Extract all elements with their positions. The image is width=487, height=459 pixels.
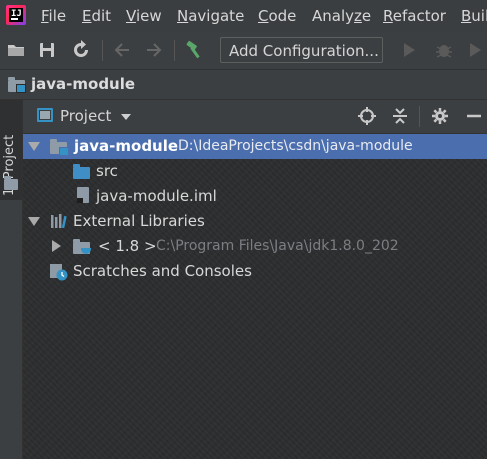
forward-arrow-icon[interactable] — [144, 40, 164, 60]
tree-row-jdk[interactable]: < 1.8 > C:\Program Files\Java\jdk1.8.0_2… — [23, 234, 487, 259]
jdk-path: C:\Program Files\Java\jdk1.8.0_202 — [156, 238, 399, 254]
debug-icon[interactable] — [434, 40, 454, 60]
expand-arrow-icon[interactable] — [28, 217, 40, 226]
scratches-label: Scratches and Consoles — [73, 262, 252, 280]
project-view-label: Project — [60, 107, 112, 125]
expand-arrow-icon[interactable] — [52, 240, 61, 252]
tree-row-scratches[interactable]: Scratches and Consoles — [23, 259, 487, 284]
project-view-selector[interactable]: Project — [60, 107, 131, 125]
toolbar-separator — [102, 40, 103, 61]
gear-icon[interactable] — [430, 106, 450, 126]
scratches-icon — [49, 263, 69, 281]
build-hammer-icon[interactable] — [184, 40, 204, 60]
main-toolbar: Add Configuration... — [0, 32, 487, 70]
tree-row-java-module[interactable]: java-module D:\IdeaProjects\csdn\java-mo… — [23, 134, 487, 159]
src-folder-label: src — [96, 162, 118, 180]
menu-code[interactable]: Code — [258, 7, 296, 25]
breadcrumb-project[interactable]: java-module — [31, 75, 135, 93]
menu-bar: IJ File Edit View Navigate Code Analyze … — [0, 0, 487, 32]
module-name: java-module — [74, 137, 179, 155]
app-logo[interactable]: IJ — [6, 5, 26, 25]
tree-row-iml[interactable]: java-module.iml — [23, 184, 487, 209]
add-configuration-button[interactable]: Add Configuration... — [220, 37, 383, 63]
iml-file-icon — [77, 187, 89, 203]
open-folder-icon[interactable] — [6, 40, 26, 60]
project-panel-icon — [37, 108, 53, 122]
save-icon[interactable] — [37, 40, 57, 60]
tree-row-src[interactable]: src — [23, 159, 487, 184]
minimize-icon[interactable] — [464, 106, 484, 126]
expand-arrow-icon[interactable] — [28, 142, 40, 151]
jdk-label: < 1.8 > — [98, 237, 157, 255]
external-libraries-label: External Libraries — [73, 212, 205, 230]
toolbar-separator — [174, 40, 175, 61]
menu-navigate[interactable]: Navigate — [177, 7, 244, 25]
menu-view[interactable]: View — [126, 7, 162, 25]
left-tool-window-strip: 1: Project — [0, 100, 23, 459]
project-panel-header: Project — [23, 100, 487, 134]
module-path: D:\IdeaProjects\csdn\java-module — [178, 138, 413, 154]
locate-icon[interactable] — [357, 106, 377, 126]
menu-analyze[interactable]: Analyze — [312, 7, 371, 25]
collapse-icon[interactable] — [390, 106, 410, 126]
iml-file-label: java-module.iml — [96, 187, 217, 205]
menu-build[interactable]: Buil — [461, 7, 487, 25]
sync-icon[interactable] — [71, 40, 91, 60]
coverage-icon[interactable] — [466, 40, 486, 60]
back-arrow-icon[interactable] — [112, 40, 132, 60]
navigation-bar: java-module — [0, 70, 487, 100]
libraries-icon — [50, 213, 68, 229]
run-icon[interactable] — [399, 40, 419, 60]
menu-refactor[interactable]: Refactor — [383, 7, 446, 25]
chevron-down-icon — [121, 114, 131, 120]
header-separator — [419, 106, 420, 127]
tree-row-external-libraries[interactable]: External Libraries — [23, 209, 487, 234]
menu-file[interactable]: File — [41, 7, 66, 25]
menu-edit[interactable]: Edit — [82, 7, 111, 25]
